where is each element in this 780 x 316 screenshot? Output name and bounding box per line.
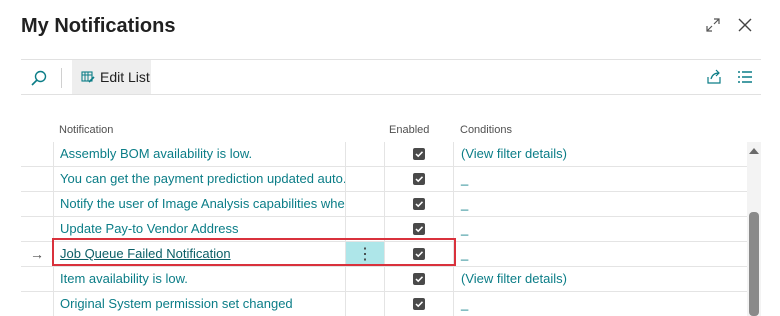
list-view-button[interactable] [735,67,755,87]
enabled-checkbox[interactable] [413,198,425,210]
table-row[interactable]: Item availability is low. (View filter d… [21,267,747,292]
row-indicator [21,142,53,166]
column-header-enabled[interactable]: Enabled [389,124,429,136]
enabled-checkbox[interactable] [413,173,425,185]
scroll-up-arrow-icon[interactable] [749,148,759,154]
checkmark-icon [415,226,424,233]
conditions-link[interactable]: _ [453,167,747,191]
edit-list-label: Edit List [100,69,150,85]
row-menu-cell [345,192,384,216]
share-icon [707,69,721,84]
table-row[interactable]: You can get the payment prediction updat… [21,167,747,192]
notification-link[interactable]: Assembly BOM availability is low. [53,142,345,166]
enabled-checkbox[interactable] [413,298,425,310]
row-indicator [21,192,53,216]
enabled-cell [384,167,453,191]
notification-link[interactable]: Original System permission set changed [53,292,345,316]
notification-link[interactable]: Update Pay-to Vendor Address [53,217,345,241]
row-indicator [21,292,53,316]
row-indicator [21,217,53,241]
enabled-checkbox[interactable] [413,223,425,235]
row-menu-cell [345,267,384,291]
enabled-cell [384,292,453,316]
notification-link[interactable]: Job Queue Failed Notification [53,242,345,266]
enabled-cell [384,267,453,291]
conditions-link[interactable]: (View filter details) [453,142,747,166]
enabled-cell [384,242,453,266]
notification-link[interactable]: Notify the user of Image Analysis capabi… [53,192,345,216]
row-actions-menu-button[interactable]: ⋮ [345,242,384,266]
enabled-checkbox[interactable] [413,248,425,260]
row-indicator [21,267,53,291]
toolbar: Edit List [21,59,761,95]
close-icon [738,18,752,32]
conditions-link[interactable]: _ [453,242,747,266]
checkmark-icon [415,301,424,308]
row-menu-cell [345,167,384,191]
table-row[interactable]: Original System permission set changed _ [21,292,747,316]
row-menu-cell [345,142,384,166]
conditions-link[interactable]: (View filter details) [453,267,747,291]
checkmark-icon [415,251,424,258]
table-row[interactable]: Update Pay-to Vendor Address _ [21,217,747,242]
edit-list-button[interactable]: Edit List [72,60,151,94]
enabled-cell [384,217,453,241]
expand-icon [706,18,720,32]
enabled-checkbox[interactable] [413,273,425,285]
scrollbar-thumb[interactable] [749,212,759,316]
row-menu-cell [345,217,384,241]
column-header-notification[interactable]: Notification [59,124,113,136]
row-indicator [21,167,53,191]
share-button[interactable] [704,67,724,87]
checkmark-icon [415,176,424,183]
checkmark-icon [415,151,424,158]
current-row-arrow-icon: → [30,246,44,262]
expand-button[interactable] [702,14,724,36]
search-button[interactable] [25,64,53,92]
edit-list-icon [81,71,95,83]
row-menu-cell [345,292,384,316]
notification-link[interactable]: You can get the payment prediction updat… [53,167,345,191]
enabled-cell [384,192,453,216]
notification-link[interactable]: Item availability is low. [53,267,345,291]
list-view-icon [738,71,752,83]
conditions-link[interactable]: _ [453,192,747,216]
table-row[interactable]: Notify the user of Image Analysis capabi… [21,192,747,217]
enabled-cell [384,142,453,166]
conditions-link[interactable]: _ [453,217,747,241]
search-icon [31,70,47,86]
column-header-conditions[interactable]: Conditions [460,124,512,136]
conditions-link[interactable]: _ [453,292,747,316]
checkmark-icon [415,201,424,208]
enabled-checkbox[interactable] [413,148,425,160]
checkmark-icon [415,276,424,283]
table-row-selected[interactable]: → Job Queue Failed Notification ⋮ _ [21,242,747,267]
toolbar-divider [61,68,62,88]
notifications-table: Assembly BOM availability is low. (View … [21,142,747,316]
table-row[interactable]: Assembly BOM availability is low. (View … [21,142,747,167]
page-title: My Notifications [21,15,176,37]
close-button[interactable] [734,14,756,36]
